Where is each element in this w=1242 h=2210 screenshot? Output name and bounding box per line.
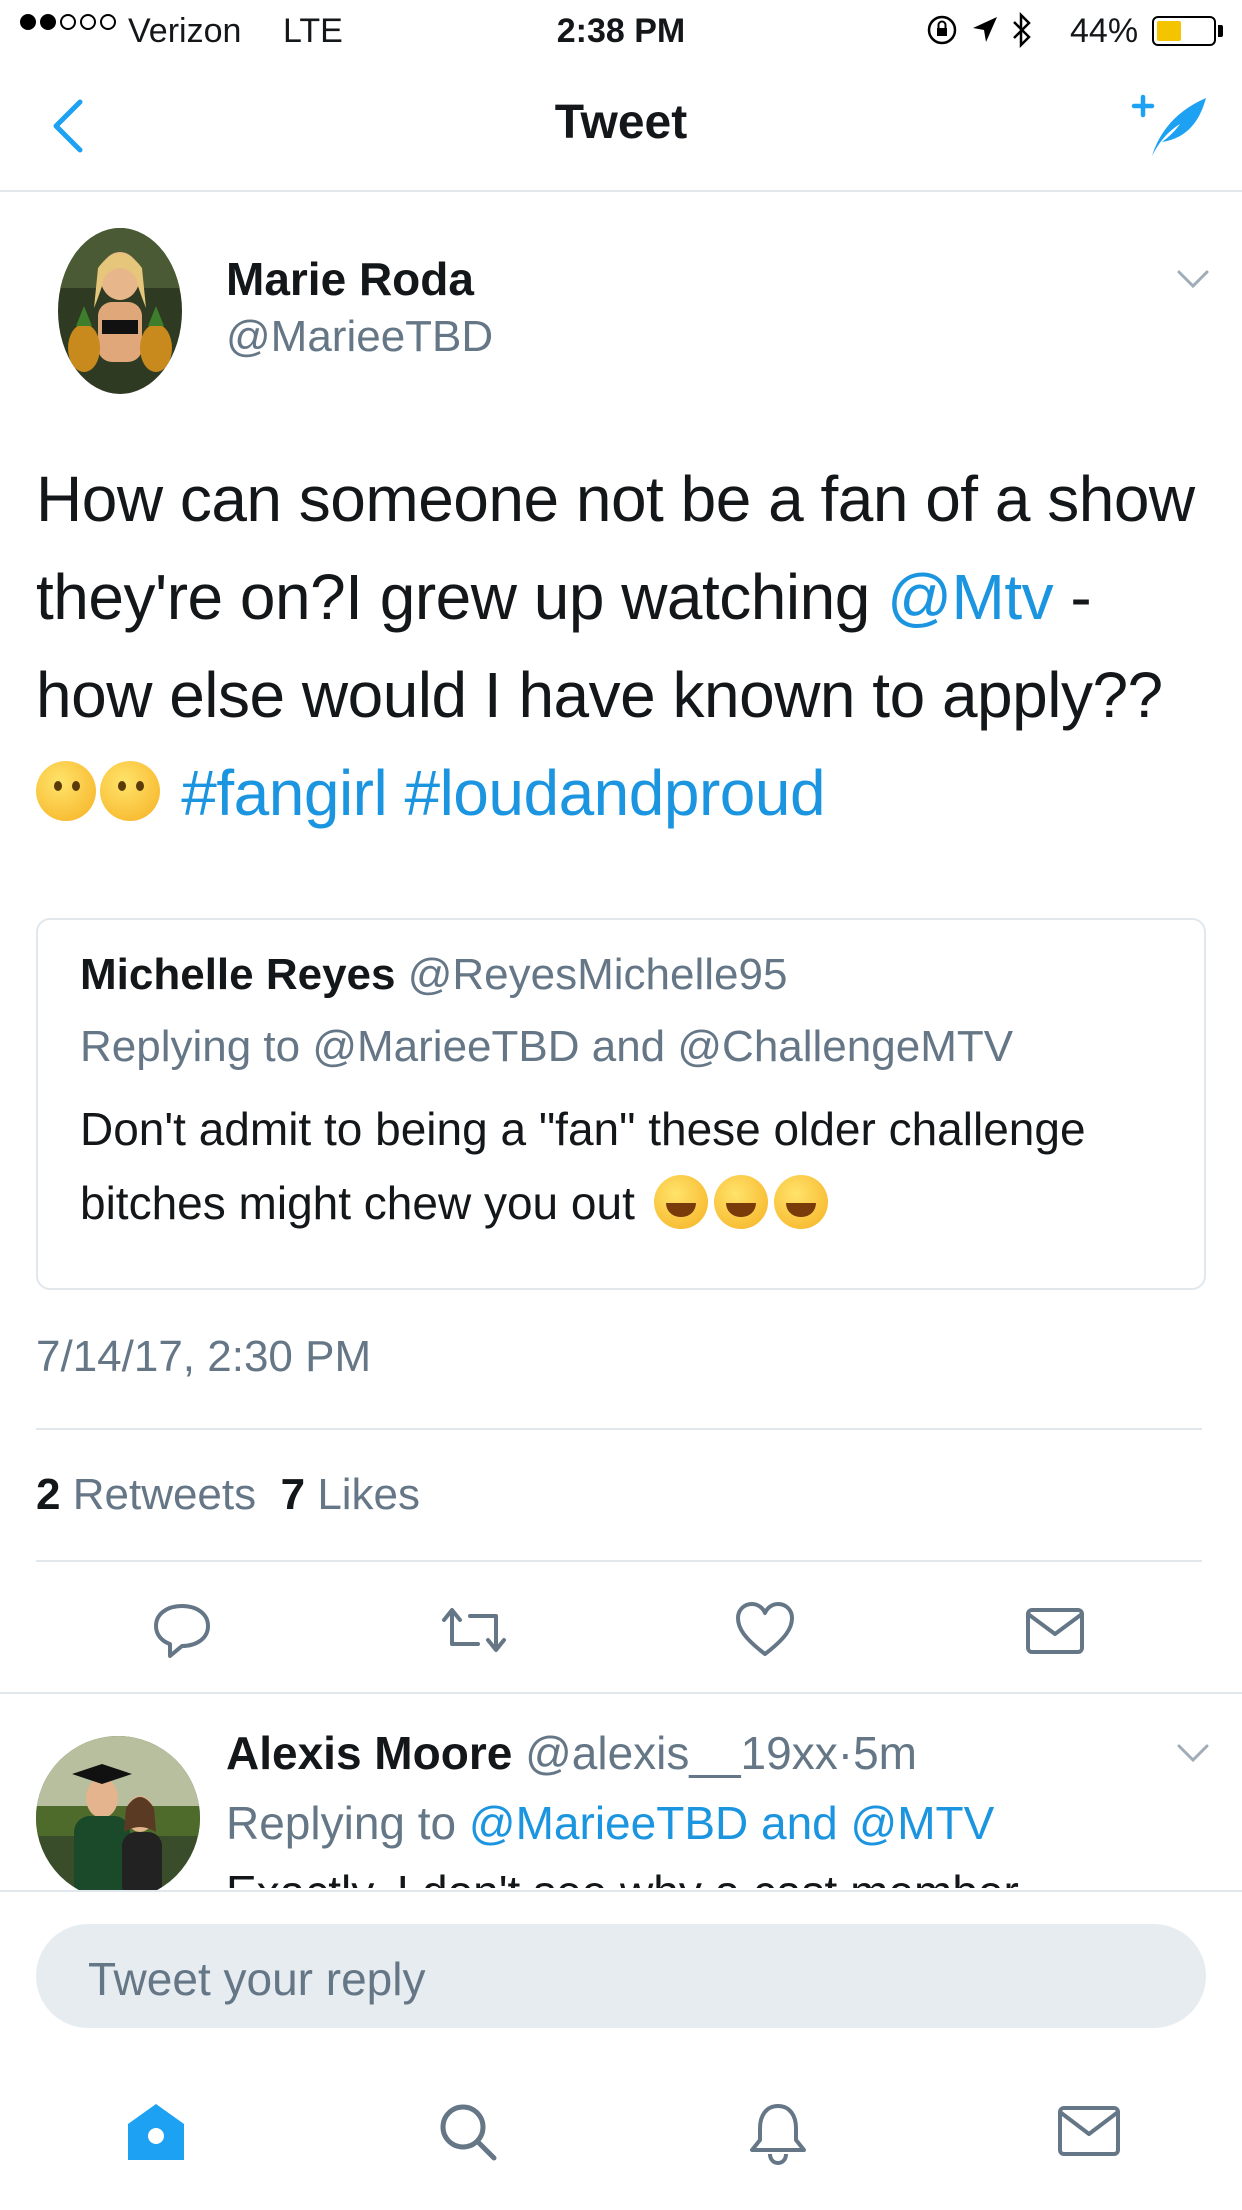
tears-of-joy-emoji-icon bbox=[653, 1175, 708, 1229]
author-name[interactable]: Marie Roda bbox=[226, 252, 474, 306]
notifications-bell-icon[interactable] bbox=[746, 2100, 810, 2166]
chevron-down-icon[interactable] bbox=[1176, 268, 1210, 290]
rotation-lock-icon bbox=[927, 15, 957, 45]
tears-of-joy-emoji-icon bbox=[713, 1175, 768, 1229]
like-heart-icon[interactable] bbox=[734, 1600, 796, 1660]
author-avatar[interactable] bbox=[58, 228, 182, 394]
mention-link[interactable]: @Mtv bbox=[887, 561, 1054, 633]
hashtag-link[interactable]: #loudandproud bbox=[404, 757, 825, 829]
quoted-tweet-text: Don't admit to being a "fan" these older… bbox=[80, 1092, 1180, 1240]
reply-author-name[interactable]: Alexis Moore bbox=[226, 1727, 512, 1779]
thinking-face-emoji-icon bbox=[100, 761, 160, 821]
reply-header: Alexis Moore @alexis__19xx·5m bbox=[226, 1726, 917, 1780]
replying-to-handles[interactable]: @MarieeTBD and @MTV bbox=[469, 1797, 994, 1849]
thinking-face-emoji-icon bbox=[36, 761, 96, 821]
search-icon[interactable] bbox=[436, 2100, 500, 2164]
quoted-replying-to: Replying to @MarieeTBD and @ChallengeMTV bbox=[80, 1022, 1014, 1071]
page-title: Tweet bbox=[554, 96, 688, 149]
replying-prefix: Replying to bbox=[226, 1797, 457, 1849]
reply-replying-to: Replying to @MarieeTBD and @MTV bbox=[226, 1796, 994, 1850]
chevron-down-icon[interactable] bbox=[1176, 1742, 1210, 1764]
tweet-timestamp: 7/14/17, 2:30 PM bbox=[36, 1332, 372, 1381]
thread-divider bbox=[0, 1692, 1242, 1694]
reply-author-handle[interactable]: @alexis__19xx bbox=[525, 1727, 838, 1779]
nav-divider bbox=[0, 190, 1242, 192]
tweet-body: How can someone not be a fan of a show t… bbox=[36, 450, 1216, 842]
tears-of-joy-emoji-icon bbox=[773, 1175, 828, 1229]
reply-author-avatar[interactable] bbox=[36, 1736, 200, 1900]
quoted-author-handle: @ReyesMichelle95 bbox=[407, 950, 788, 999]
retweet-icon[interactable] bbox=[440, 1600, 508, 1660]
status-bar: Verizon LTE 2:38 PM 44% bbox=[0, 0, 1242, 62]
share-dm-icon[interactable] bbox=[1024, 1600, 1086, 1660]
hashtag-link[interactable]: #fangirl bbox=[181, 757, 387, 829]
dot-separator: · bbox=[837, 1727, 854, 1779]
tweet-stats: 2 Retweets 7 Likes bbox=[36, 1470, 420, 1520]
divider bbox=[36, 1428, 1202, 1430]
reply-icon[interactable] bbox=[152, 1600, 212, 1660]
quoted-text: Don't admit to being a "fan" these older… bbox=[80, 1103, 1086, 1229]
quoted-tweet-header: Michelle Reyes @ReyesMichelle95 bbox=[80, 950, 787, 1000]
status-time: 2:38 PM bbox=[556, 12, 686, 50]
messages-icon[interactable] bbox=[1056, 2100, 1122, 2160]
divider bbox=[36, 1560, 1202, 1562]
battery-icon bbox=[1152, 16, 1216, 46]
retweets-stat[interactable]: 2 Retweets bbox=[36, 1470, 256, 1519]
reply-placeholder: Tweet your reply bbox=[88, 1953, 426, 2005]
bluetooth-icon bbox=[1013, 12, 1031, 48]
reply-text: Exactly. I don't see why a cast member bbox=[226, 1862, 1019, 1888]
reply-age: 5m bbox=[853, 1727, 917, 1779]
battery-percent: 44% bbox=[1070, 12, 1139, 50]
location-icon bbox=[973, 17, 997, 42]
compose-tweet-icon[interactable] bbox=[1130, 90, 1210, 164]
home-icon[interactable] bbox=[124, 2100, 188, 2164]
likes-stat[interactable]: 7 Likes bbox=[281, 1470, 420, 1519]
quoted-author-name: Michelle Reyes bbox=[80, 950, 396, 999]
author-handle[interactable]: @MarieeTBD bbox=[226, 312, 493, 362]
